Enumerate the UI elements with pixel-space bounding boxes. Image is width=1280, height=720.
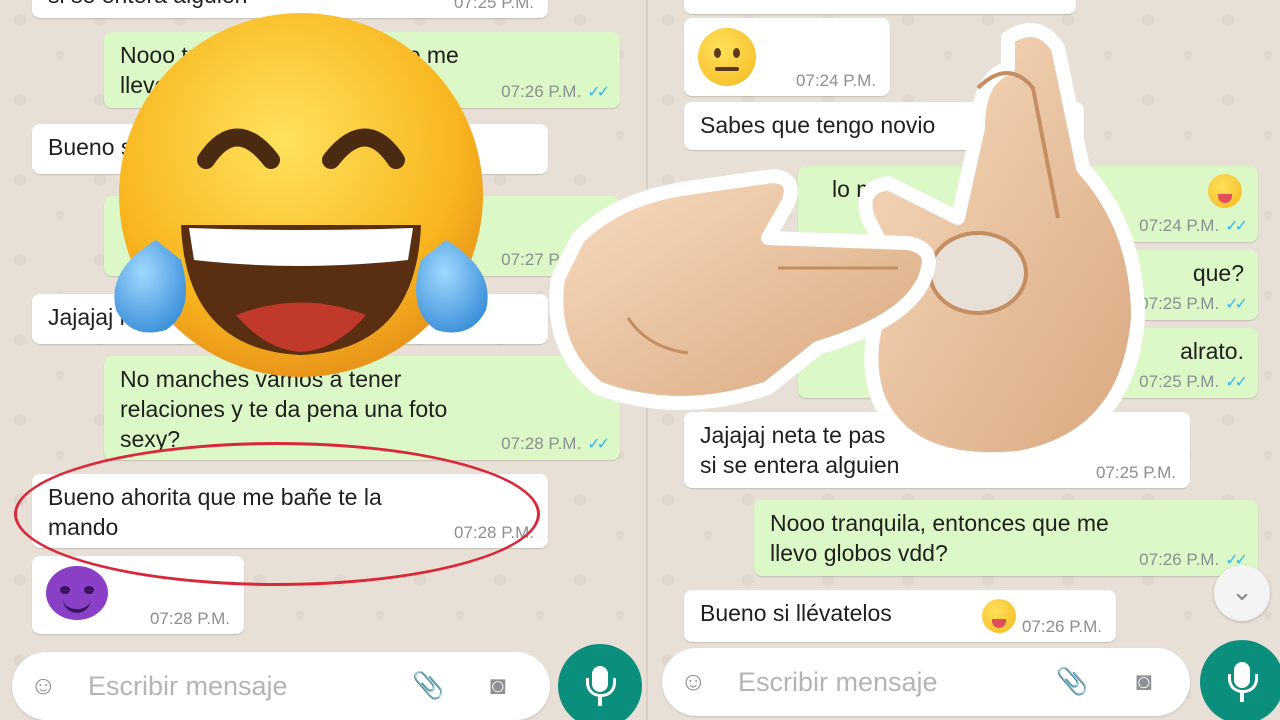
smiley-icon[interactable]: ☺ [680,666,707,697]
message-input-bar[interactable]: ☺ Escribir mensaje 📎 ◙ [12,652,550,720]
message-incoming[interactable] [684,0,1076,14]
message-incoming[interactable]: Bueno si llévatelos 07:26 P.M. [684,590,1116,642]
read-ticks-icon: ✓✓ [1225,218,1248,235]
message-time: 07:26 P.M. [1021,617,1102,636]
highlight-circle [14,442,540,586]
microphone-button[interactable] [1200,640,1280,720]
read-ticks-icon: ✓✓ [1225,374,1248,391]
microphone-button[interactable] [558,644,642,720]
message-input-placeholder[interactable]: Escribir mensaje [88,671,288,702]
smiling-devil-emoji-icon [46,566,108,620]
paperclip-icon[interactable]: 📎 [412,670,444,701]
paperclip-icon[interactable]: 📎 [1056,666,1088,697]
chevron-double-down-icon[interactable]: ⌄ [1214,565,1270,621]
message-input-bar[interactable]: ☺ Escribir mensaje 📎 ◙ [662,648,1190,716]
smiley-icon[interactable]: ☺ [30,670,57,701]
hand-gesture-emoji-icon [549,23,1145,467]
camera-icon[interactable]: ◙ [490,670,506,701]
laughing-tears-emoji-icon [114,13,488,377]
message-time: 07:26 P.M. [1139,550,1220,569]
read-ticks-icon: ✓✓ [1225,296,1248,313]
winking-tongue-emoji-icon [982,599,1016,633]
message-time: 07:28 P.M. [149,609,230,628]
winking-tongue-emoji-icon [1208,174,1242,208]
camera-icon[interactable]: ◙ [1136,666,1152,697]
message-outgoing[interactable]: Nooo tranquila, entonces que me llevo gl… [754,500,1258,576]
message-input-placeholder[interactable]: Escribir mensaje [738,667,938,698]
